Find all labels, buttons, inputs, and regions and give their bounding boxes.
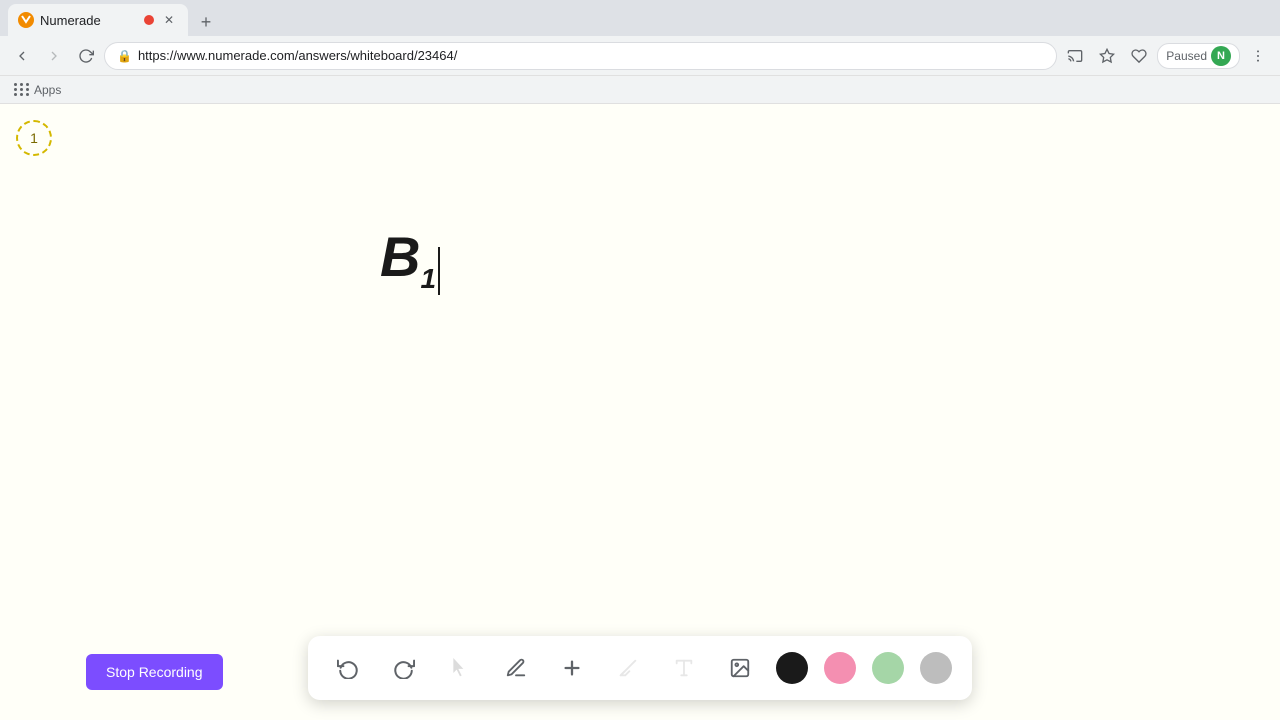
whiteboard-area[interactable]: 1 B1 Stop Recording xyxy=(0,104,1280,720)
bookmarks-bar: Apps xyxy=(0,76,1280,104)
stop-recording-button[interactable]: Stop Recording xyxy=(86,654,223,690)
paused-badge[interactable]: Paused N xyxy=(1157,43,1240,69)
menu-button[interactable] xyxy=(1244,42,1272,70)
drawing-toolbar xyxy=(308,636,972,700)
cast-button[interactable] xyxy=(1061,42,1089,70)
browser-toolbar-right: Paused N xyxy=(1061,42,1272,70)
color-gray-swatch[interactable] xyxy=(920,652,952,684)
color-black-swatch[interactable] xyxy=(776,652,808,684)
color-green-swatch[interactable] xyxy=(872,652,904,684)
refresh-button[interactable] xyxy=(72,42,100,70)
redo-button[interactable] xyxy=(384,648,424,688)
paused-label: Paused xyxy=(1166,49,1207,63)
recording-dot xyxy=(144,15,154,25)
tab-close-button[interactable]: ✕ xyxy=(160,11,178,29)
tab-favicon xyxy=(18,12,34,28)
slide-number-indicator: 1 xyxy=(16,120,52,156)
address-bar[interactable]: 🔒 https://www.numerade.com/answers/white… xyxy=(104,42,1057,70)
lock-icon: 🔒 xyxy=(117,49,132,63)
highlighter-tool-button[interactable] xyxy=(608,648,648,688)
tab-bar: Numerade ✕ + xyxy=(0,0,1280,36)
text-tool-button[interactable] xyxy=(664,648,704,688)
tab-title: Numerade xyxy=(40,13,138,28)
active-tab[interactable]: Numerade ✕ xyxy=(8,4,188,36)
whiteboard-drawing: B1 xyxy=(380,224,440,295)
add-element-button[interactable] xyxy=(552,648,592,688)
address-bar-row: 🔒 https://www.numerade.com/answers/white… xyxy=(0,36,1280,76)
apps-label: Apps xyxy=(34,83,61,97)
apps-bookmark[interactable]: Apps xyxy=(8,81,67,99)
undo-button[interactable] xyxy=(328,648,368,688)
pen-tool-button[interactable] xyxy=(496,648,536,688)
apps-grid-icon xyxy=(14,83,30,96)
color-pink-swatch[interactable] xyxy=(824,652,856,684)
extensions-button[interactable] xyxy=(1125,42,1153,70)
forward-button[interactable] xyxy=(40,42,68,70)
browser-window: Numerade ✕ + 🔒 https://www.numerade.com/… xyxy=(0,0,1280,720)
bookmark-button[interactable] xyxy=(1093,42,1121,70)
user-avatar: N xyxy=(1211,46,1231,66)
new-tab-button[interactable]: + xyxy=(192,8,220,36)
url-text: https://www.numerade.com/answers/whitebo… xyxy=(138,48,1044,63)
image-tool-button[interactable] xyxy=(720,648,760,688)
select-tool-button[interactable] xyxy=(440,648,480,688)
back-button[interactable] xyxy=(8,42,36,70)
